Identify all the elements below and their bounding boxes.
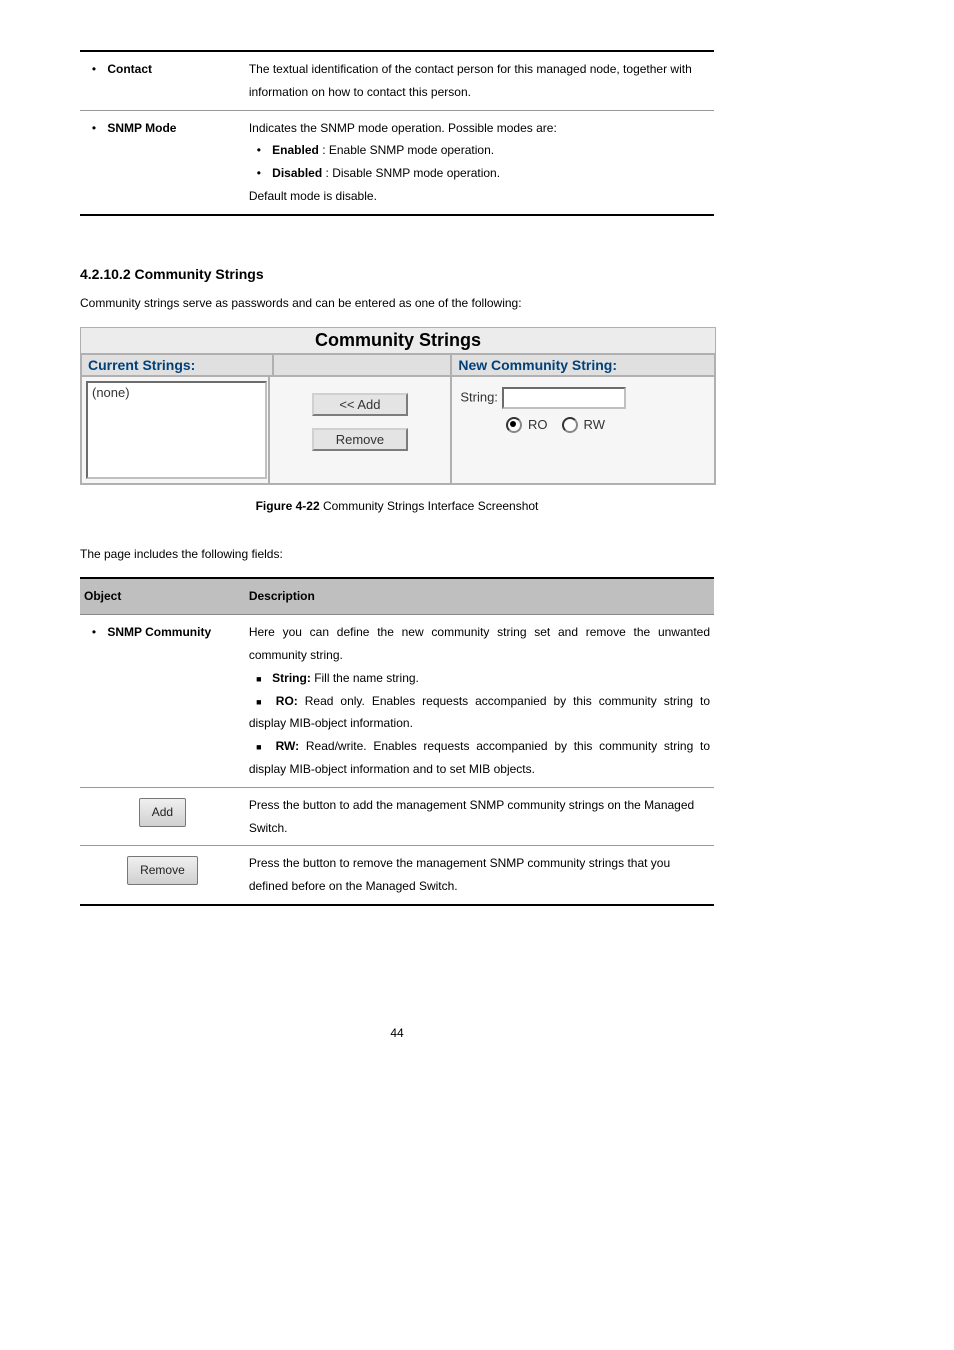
snmp-community-desc: Here you can define the new community st… — [249, 621, 710, 667]
row2-label: SNMP Mode — [107, 121, 176, 135]
ro-key: RO: — [276, 694, 298, 708]
fields-intro: The page includes the following fields: — [80, 543, 714, 566]
row2-default: Default mode is disable. — [249, 185, 710, 208]
rw-radio[interactable] — [562, 417, 578, 433]
bullet-square-icon: ■ — [249, 671, 269, 688]
rw-key: RW: — [276, 739, 300, 753]
fields-table: Object Description • SNMP Community Here… — [80, 577, 714, 906]
section-heading: 4.2.10.2 Community Strings — [80, 266, 714, 282]
string-input[interactable] — [502, 387, 626, 409]
new-string-header: New Community String: — [451, 354, 715, 376]
row2-opt1-key: Enabled — [272, 143, 319, 157]
remove-button-depicted: Remove — [127, 856, 198, 885]
figure-caption: Figure 4-22 Community Strings Interface … — [80, 499, 714, 513]
col-description: Description — [245, 578, 714, 614]
bullet-dot-icon: • — [84, 58, 104, 81]
row1-desc: The textual identification of the contac… — [245, 51, 714, 110]
community-strings-screenshot: Community Strings Current Strings: New C… — [80, 327, 716, 485]
row1-label: Contact — [107, 62, 152, 76]
col-object: Object — [80, 578, 245, 614]
row2-opt1-val: : Enable SNMP mode operation. — [322, 143, 494, 157]
figure-text: Community Strings Interface Screenshot — [323, 499, 538, 513]
top-objects-table: • Contact The textual identification of … — [80, 50, 714, 216]
bullet-dot-icon: • — [249, 162, 269, 185]
bullet-dot-icon: • — [84, 117, 104, 140]
string-key: String: — [272, 671, 311, 685]
rw-label: RW — [584, 417, 605, 432]
string-val: Fill the name string. — [314, 671, 419, 685]
row2-opt2-key: Disabled — [272, 166, 322, 180]
snmp-community-label: SNMP Community — [107, 625, 211, 639]
section-intro: Community strings serve as passwords and… — [80, 292, 714, 315]
screenshot-title: Community Strings — [81, 328, 715, 354]
current-strings-header: Current Strings: — [81, 354, 273, 376]
bullet-square-icon: ■ — [249, 739, 269, 756]
bullet-dot-icon: • — [249, 139, 269, 162]
remove-desc: Press the button to remove the managemen… — [245, 846, 714, 905]
row2-opt2-val: : Disable SNMP mode operation. — [326, 166, 501, 180]
row2-intro: Indicates the SNMP mode operation. Possi… — [249, 117, 710, 140]
ro-radio[interactable] — [506, 417, 522, 433]
add-desc: Press the button to add the management S… — [245, 787, 714, 846]
string-label: String: — [460, 389, 498, 404]
current-strings-listbox[interactable]: (none) — [86, 381, 267, 479]
add-button[interactable]: << Add — [312, 393, 408, 416]
ro-val: Read only. Enables requests accompanied … — [249, 694, 710, 731]
figure-label: Figure 4-22 — [256, 499, 320, 513]
bullet-dot-icon: • — [84, 621, 104, 644]
add-button-depicted: Add — [139, 798, 186, 827]
ro-label: RO — [528, 417, 548, 432]
rw-val: Read/write. Enables requests accompanied… — [249, 739, 710, 776]
list-value: (none) — [92, 385, 130, 400]
bullet-square-icon: ■ — [249, 694, 269, 711]
remove-button[interactable]: Remove — [312, 428, 408, 451]
page-number: 44 — [80, 1026, 714, 1040]
